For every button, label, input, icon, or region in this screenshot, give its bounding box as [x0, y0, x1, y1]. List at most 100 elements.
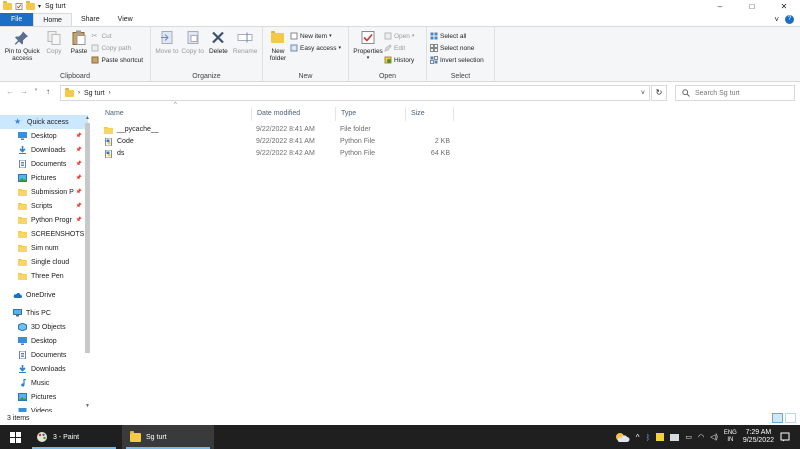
refresh-icon: ↻ [655, 88, 663, 97]
file-name: Code [117, 138, 134, 145]
nav-pc-item[interactable]: Pictures [0, 390, 88, 404]
file-row[interactable]: Code 9/22/2022 8:41 AM Python File 2 KB [100, 136, 455, 148]
forward-arrow-icon[interactable]: → [18, 87, 30, 96]
refresh-button[interactable]: ↻ [651, 85, 667, 101]
tab-file[interactable]: File [0, 13, 34, 26]
scroll-down-icon[interactable]: ▼ [84, 403, 91, 409]
folder-icon [18, 216, 27, 224]
folder-sync-icon[interactable] [670, 433, 680, 441]
file-row[interactable]: __pycache__ 9/22/2022 8:41 AM File folder [100, 124, 455, 136]
address-bar[interactable]: › Sg turt › ˅ [60, 85, 650, 101]
large-icons-view-button[interactable] [785, 413, 796, 423]
open-group: Properties ▾ Open ▾ Edit History Open [349, 27, 427, 82]
nav-onedrive[interactable]: OneDrive [0, 288, 88, 302]
nav-quick-item[interactable]: Pictures 📌 [0, 171, 88, 185]
weather-icon[interactable] [614, 432, 630, 443]
pin-icon[interactable]: 📌 [76, 175, 82, 181]
column-header-size[interactable]: Size [406, 107, 454, 121]
nav-quick-item[interactable]: Downloads 📌 [0, 143, 88, 157]
show-hidden-icons[interactable]: ^ [636, 433, 640, 442]
tab-view[interactable]: View [109, 13, 142, 26]
column-header-name[interactable]: Name [100, 107, 252, 121]
nav-pc-item[interactable]: Music [0, 376, 88, 390]
column-header-type[interactable]: Type [336, 107, 406, 121]
search-input[interactable]: Search Sg turt [675, 85, 795, 101]
new-folder-icon[interactable] [26, 1, 35, 10]
invert-selection-button[interactable]: Invert selection [430, 55, 484, 65]
easy-access-button[interactable]: Easy access ▾ [290, 43, 341, 53]
new-item-button[interactable]: New item ▾ [290, 31, 341, 41]
taskbar-file-explorer[interactable]: Sg turt [122, 425, 214, 449]
history-button[interactable]: History [384, 55, 414, 65]
tab-home[interactable]: Home [33, 13, 72, 26]
close-button[interactable]: ✕ [768, 0, 800, 13]
pin-icon[interactable]: 📌 [76, 147, 82, 153]
edit-button[interactable]: Edit [384, 43, 414, 53]
back-arrow-icon[interactable]: ← [4, 87, 16, 96]
clock[interactable]: 7:29 AM 9/25/2022 [743, 429, 774, 445]
file-name: __pycache__ [117, 126, 159, 133]
up-arrow-icon[interactable]: ↑ [42, 87, 54, 96]
nav-quick-item[interactable]: Submission P 📌 [0, 185, 88, 199]
details-view-button[interactable] [772, 413, 783, 423]
help-icon[interactable]: ? [785, 15, 794, 24]
nav-quick-item[interactable]: Scripts 📌 [0, 199, 88, 213]
properties-check-icon[interactable] [15, 3, 23, 10]
nav-quick-item[interactable]: Desktop 📌 [0, 129, 88, 143]
nav-item-label: Single cloud [31, 258, 70, 266]
open-button[interactable]: Open ▾ [384, 31, 414, 41]
paste-shortcut-button[interactable]: Paste shortcut [91, 55, 143, 65]
notifications-icon[interactable] [780, 432, 790, 442]
nav-pc-item[interactable]: 3D Objects [0, 320, 88, 334]
file-row[interactable]: ds 9/22/2022 8:42 AM Python File 64 KB [100, 148, 455, 160]
pin-icon[interactable]: 📌 [76, 189, 82, 195]
folder-icon [130, 430, 141, 442]
volume-icon[interactable]: ◁) [710, 433, 718, 441]
status-bar: 3 items [0, 412, 800, 425]
cut-button[interactable]: ✂ Cut [91, 31, 143, 41]
nav-quick-item[interactable]: Three Pen [0, 269, 88, 283]
nav-quick-item[interactable]: SCREENSHOTS [0, 227, 88, 241]
nav-quick-item[interactable]: Sim num [0, 241, 88, 255]
select-all-button[interactable]: Select all [430, 31, 484, 41]
select-none-button[interactable]: Select none [430, 43, 484, 53]
column-header-date[interactable]: Date modified [252, 107, 336, 121]
nav-pc-item[interactable]: Desktop [0, 334, 88, 348]
pin-icon[interactable]: 📌 [76, 203, 82, 209]
taskbar-paint[interactable]: 3 - Paint [28, 425, 120, 449]
minimize-button[interactable]: – [704, 0, 736, 13]
wifi-icon[interactable]: ◠ [698, 433, 704, 441]
tab-share[interactable]: Share [72, 13, 109, 26]
nav-this-pc[interactable]: This PC [0, 306, 88, 320]
start-button[interactable] [0, 425, 30, 449]
nav-quick-item[interactable]: Documents 📌 [0, 157, 88, 171]
nav-quick-item[interactable]: Single cloud [0, 255, 88, 269]
scrollbar-thumb[interactable] [85, 123, 90, 353]
pin-icon[interactable]: 📌 [76, 133, 82, 139]
pin-icon[interactable]: 📌 [76, 161, 82, 167]
pin-icon[interactable]: 📌 [76, 217, 82, 223]
recent-locations-icon[interactable]: ▾ [32, 87, 40, 96]
nav-quick-access[interactable]: ★ Quick access [0, 115, 88, 129]
select-group-label: Select [450, 73, 471, 80]
sticky-notes-icon[interactable] [656, 433, 665, 441]
address-dropdown-icon[interactable]: ˅ [641, 90, 645, 97]
navigation-scrollbar[interactable]: ▲ ▼ [84, 115, 91, 412]
nav-pc-item[interactable]: Downloads [0, 362, 88, 376]
battery-icon[interactable]: ▭ [685, 433, 692, 441]
scroll-up-icon[interactable]: ▲ [84, 115, 91, 121]
nav-pc-item[interactable]: Documents [0, 348, 88, 362]
ribbon-expand-icon[interactable]: ˅ [774, 15, 779, 24]
copy-path-button[interactable]: Copy path [91, 43, 143, 53]
desktop-icon [18, 132, 27, 140]
folder-icon [3, 1, 12, 10]
quick-access-dropdown-icon[interactable]: ▾ [38, 3, 41, 10]
copy-to-icon [187, 31, 199, 44]
nav-pc-item[interactable]: Videos [0, 404, 88, 412]
organize-group: Move to Copy to Delete Rename Organize [151, 27, 263, 82]
language-indicator[interactable]: ENG IN [724, 430, 737, 444]
bluetooth-icon[interactable]: ᛒ [646, 433, 651, 442]
breadcrumb-sg-turt[interactable]: Sg turt [84, 90, 105, 97]
maximize-button[interactable]: □ [736, 0, 768, 13]
nav-quick-item[interactable]: Python Progr 📌 [0, 213, 88, 227]
